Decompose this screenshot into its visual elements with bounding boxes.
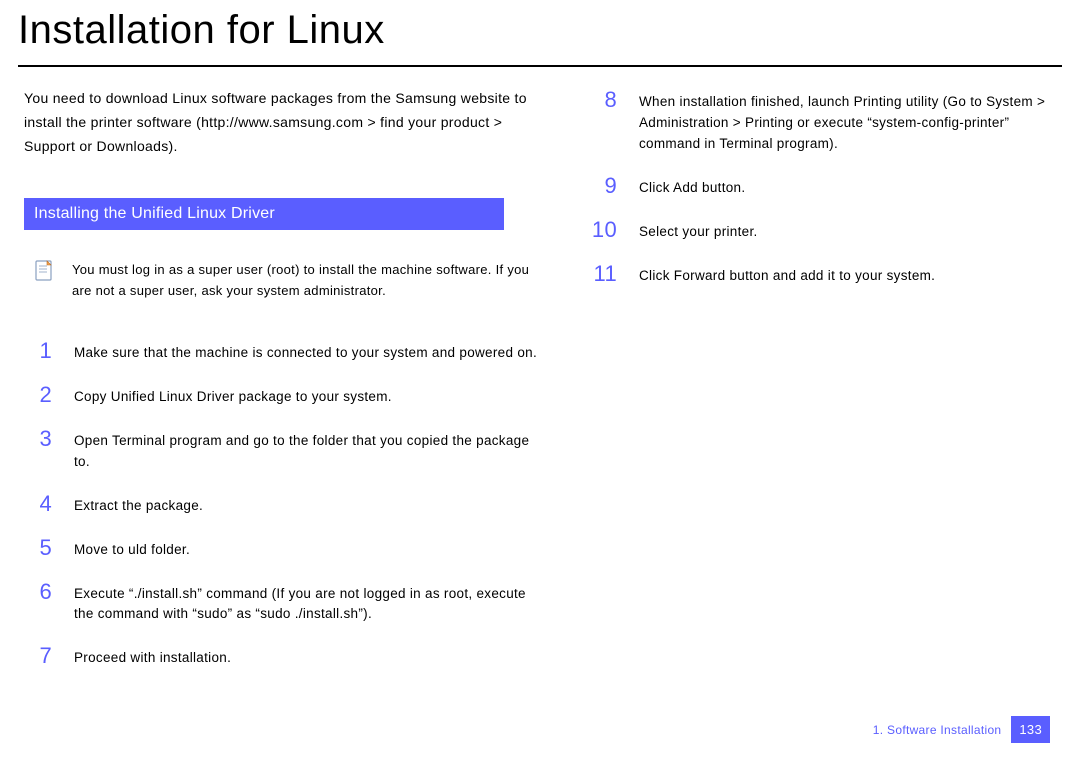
step-item: 7 Proceed with installation. [24, 645, 549, 669]
step-item: 5 Move to uld folder. [24, 537, 549, 561]
step-number: 4 [24, 493, 52, 515]
note-text: You must log in as a super user (root) t… [72, 260, 549, 302]
step-number: 11 [589, 263, 617, 285]
step-item: 6 Execute “./install.sh” command (If you… [24, 581, 549, 626]
step-item: 10 Select your printer. [589, 219, 1050, 243]
step-text: Click Forward button and add it to your … [639, 263, 1050, 287]
step-number: 9 [589, 175, 617, 197]
step-item: 2 Copy Unified Linux Driver package to y… [24, 384, 549, 408]
step-item: 9 Click Add button. [589, 175, 1050, 199]
footer-page-number: 133 [1011, 716, 1050, 743]
step-text: Click Add button. [639, 175, 1050, 199]
step-number: 8 [589, 89, 617, 111]
footer: 1. Software Installation 133 [873, 716, 1050, 743]
step-text: Make sure that the machine is connected … [74, 340, 549, 364]
intro-text: You need to download Linux software pack… [24, 87, 549, 158]
step-text: Open Terminal program and go to the fold… [74, 428, 549, 473]
step-item: 3 Open Terminal program and go to the fo… [24, 428, 549, 473]
left-column: You need to download Linux software pack… [24, 87, 549, 689]
step-text: Proceed with installation. [74, 645, 549, 669]
step-item: 1 Make sure that the machine is connecte… [24, 340, 549, 364]
step-item: 8 When installation finished, launch Pri… [589, 89, 1050, 155]
content-columns: You need to download Linux software pack… [0, 67, 1080, 689]
step-text: Execute “./install.sh” command (If you a… [74, 581, 549, 626]
step-number: 5 [24, 537, 52, 559]
page-title: Installation for Linux [0, 0, 1080, 61]
step-number: 1 [24, 340, 52, 362]
step-number: 10 [589, 219, 617, 241]
step-number: 2 [24, 384, 52, 406]
right-column: 8 When installation finished, launch Pri… [589, 87, 1050, 689]
step-number: 3 [24, 428, 52, 450]
note-row: You must log in as a super user (root) t… [34, 260, 549, 302]
step-text: Extract the package. [74, 493, 549, 517]
step-number: 6 [24, 581, 52, 603]
step-number: 7 [24, 645, 52, 667]
step-text: When installation finished, launch Print… [639, 89, 1050, 155]
step-item: 11 Click Forward button and add it to yo… [589, 263, 1050, 287]
step-text: Copy Unified Linux Driver package to you… [74, 384, 549, 408]
step-item: 4 Extract the package. [24, 493, 549, 517]
section-heading: Installing the Unified Linux Driver [24, 198, 504, 230]
note-icon [34, 260, 56, 287]
step-text: Select your printer. [639, 219, 1050, 243]
steps-right-list: 8 When installation finished, launch Pri… [589, 89, 1050, 287]
footer-chapter-label: 1. Software Installation [873, 723, 1002, 737]
steps-left-list: 1 Make sure that the machine is connecte… [24, 340, 549, 669]
step-text: Move to uld folder. [74, 537, 549, 561]
